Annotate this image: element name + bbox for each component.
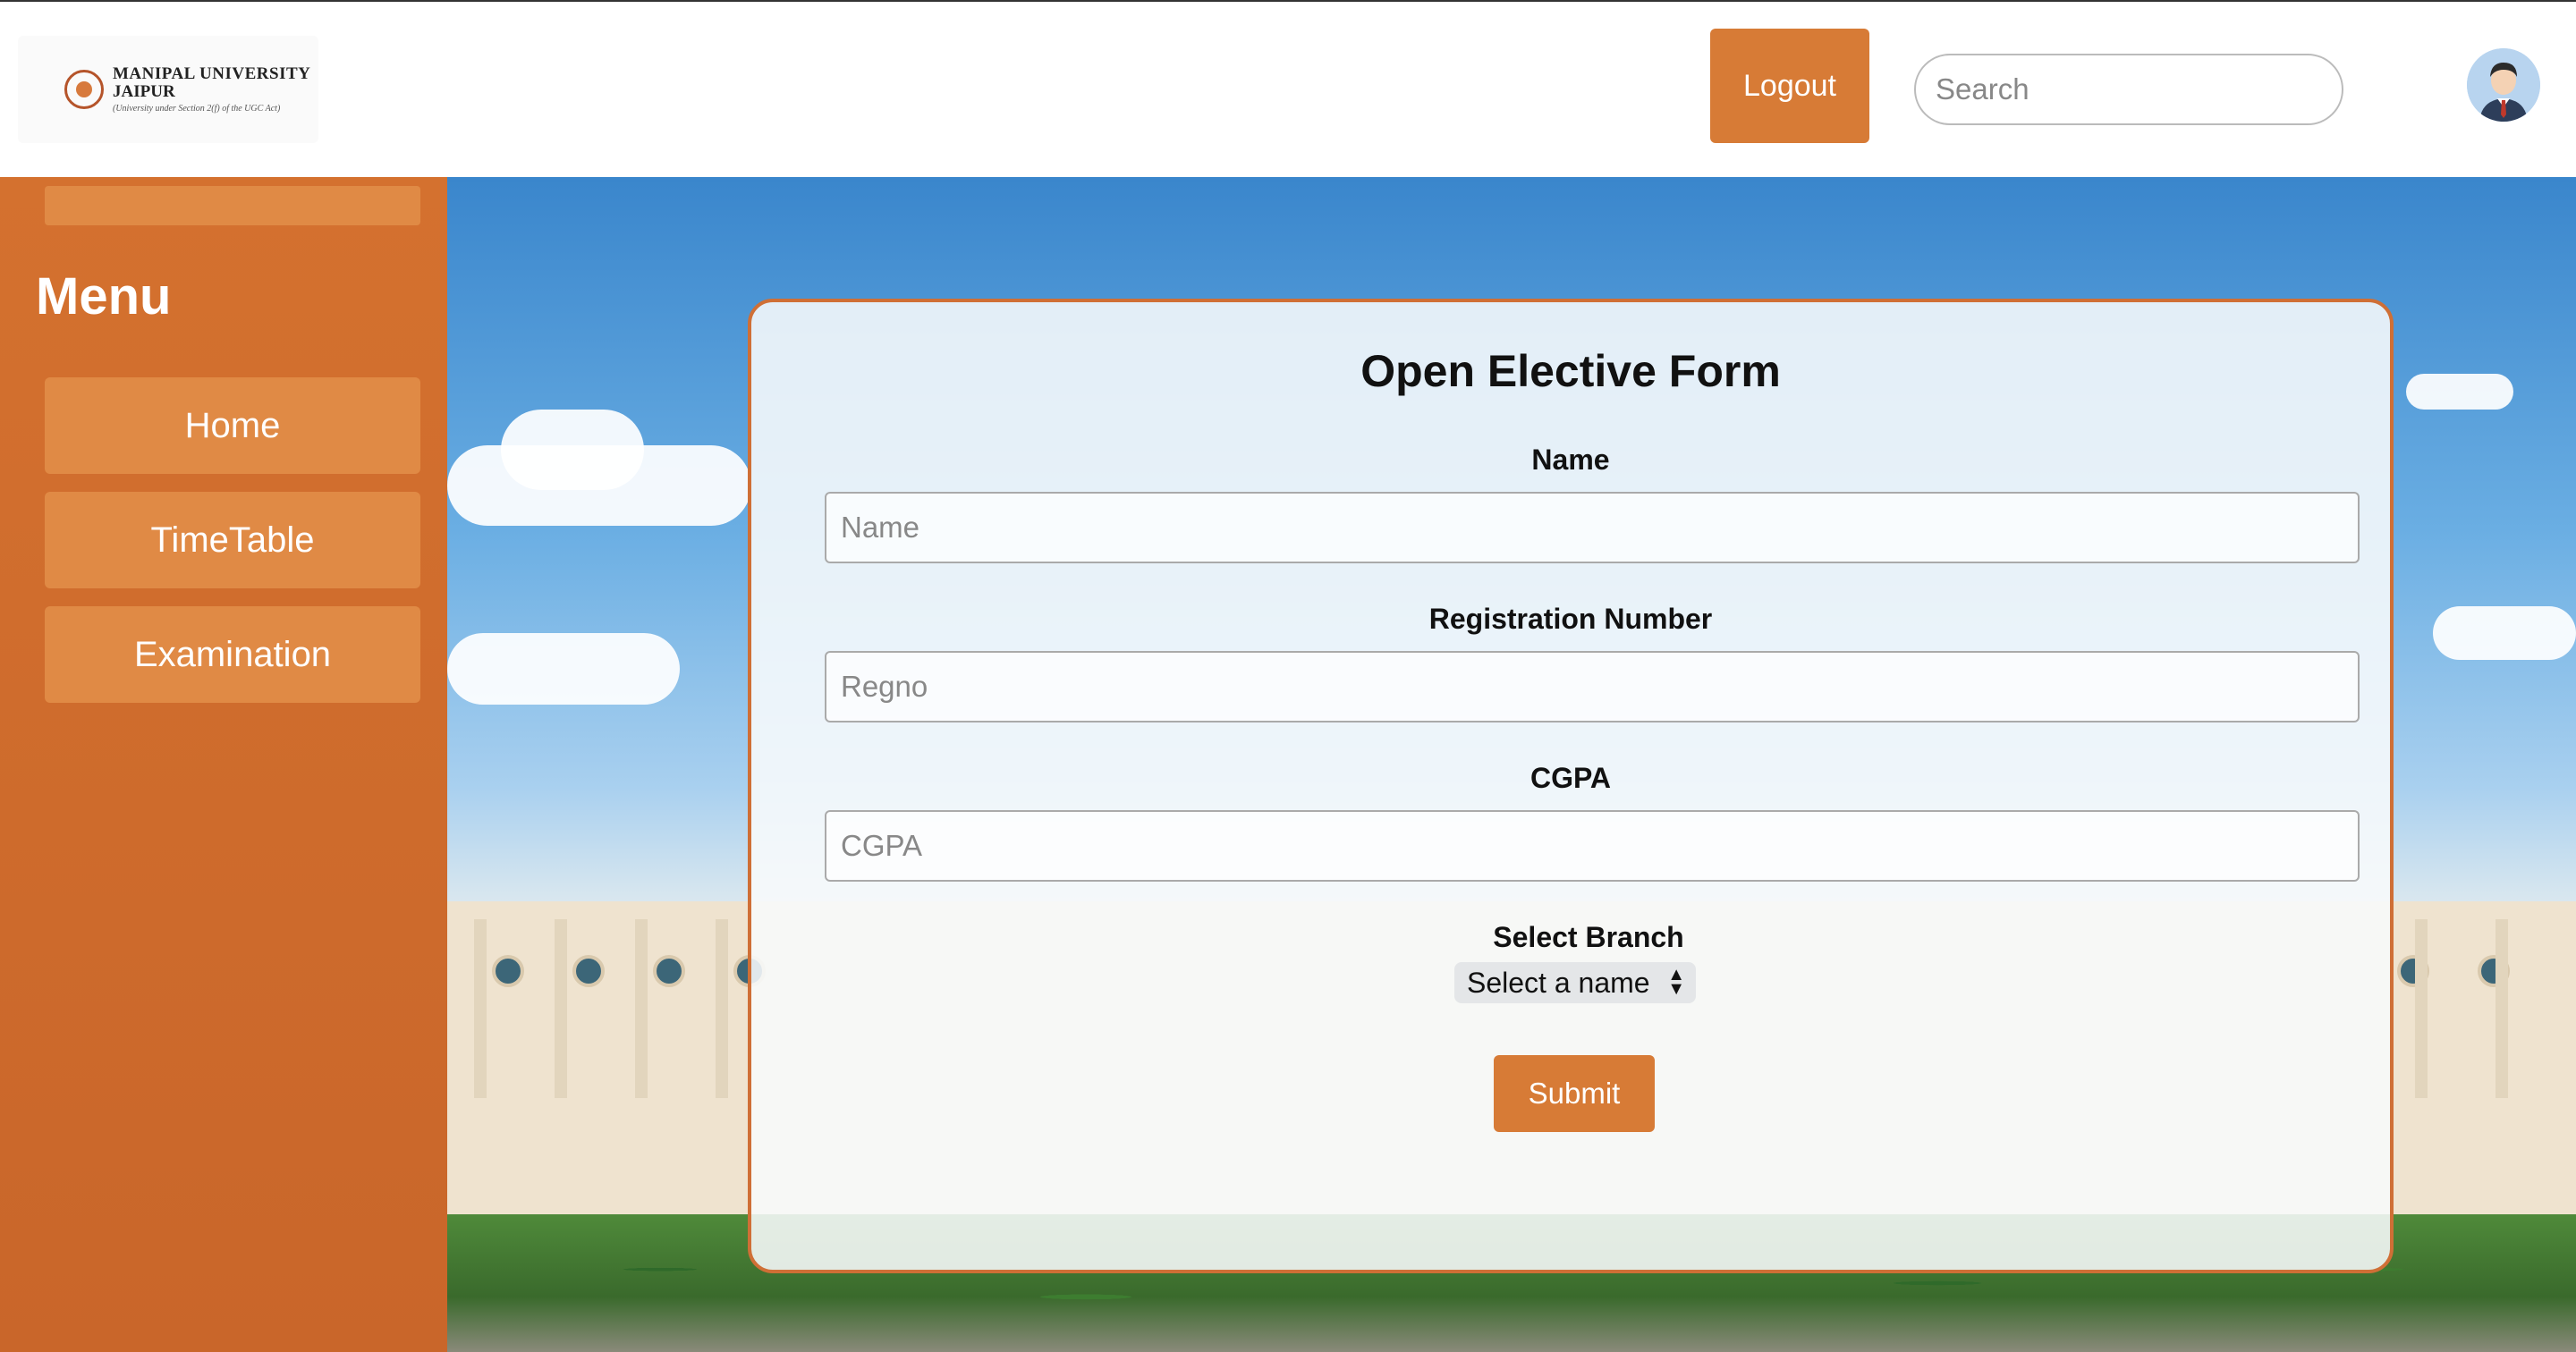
sidebar-top-bar <box>45 186 420 225</box>
branch-select-value: Select a name <box>1467 966 1650 999</box>
top-header: MANIPAL UNIVERSITY JAIPUR (University un… <box>0 0 2576 177</box>
form-title: Open Elective Form <box>1360 346 1781 396</box>
logo-line-2: JAIPUR <box>113 81 175 101</box>
sidebar-item-timetable[interactable]: TimeTable <box>45 492 420 588</box>
user-avatar[interactable] <box>2467 48 2540 122</box>
regno-label: Registration Number <box>1428 603 1713 635</box>
branch-label: Select Branch <box>1493 921 1684 953</box>
branch-select[interactable]: Select a name ▲ ▼ <box>1454 962 1696 1003</box>
university-seal-icon <box>64 70 104 109</box>
logo-line-1: MANIPAL UNIVERSITY <box>113 63 311 83</box>
logo-text: MANIPAL UNIVERSITY JAIPUR (University un… <box>113 63 311 114</box>
cgpa-label: CGPA <box>1530 762 1612 794</box>
logout-button[interactable]: Logout <box>1710 29 1869 143</box>
university-logo[interactable]: MANIPAL UNIVERSITY JAIPUR (University un… <box>18 36 318 143</box>
cgpa-input[interactable] <box>825 810 2360 882</box>
sidebar: Menu Home TimeTable Examination <box>0 177 447 1352</box>
logo-line-3: (University under Section 2(f) of the UG… <box>113 103 281 114</box>
regno-input[interactable] <box>825 651 2360 722</box>
submit-button[interactable]: Submit <box>1494 1055 1655 1132</box>
name-label: Name <box>1531 444 1610 476</box>
sidebar-item-home[interactable]: Home <box>45 377 420 474</box>
search-input[interactable] <box>1914 54 2343 125</box>
sidebar-title: Menu <box>36 267 172 325</box>
user-avatar-icon <box>2467 48 2540 122</box>
name-input[interactable] <box>825 492 2360 563</box>
sidebar-item-examination[interactable]: Examination <box>45 606 420 703</box>
select-updown-icon: ▲ ▼ <box>1667 965 1685 999</box>
open-elective-form: Open Elective Form Name Registration Num… <box>748 299 2394 1273</box>
